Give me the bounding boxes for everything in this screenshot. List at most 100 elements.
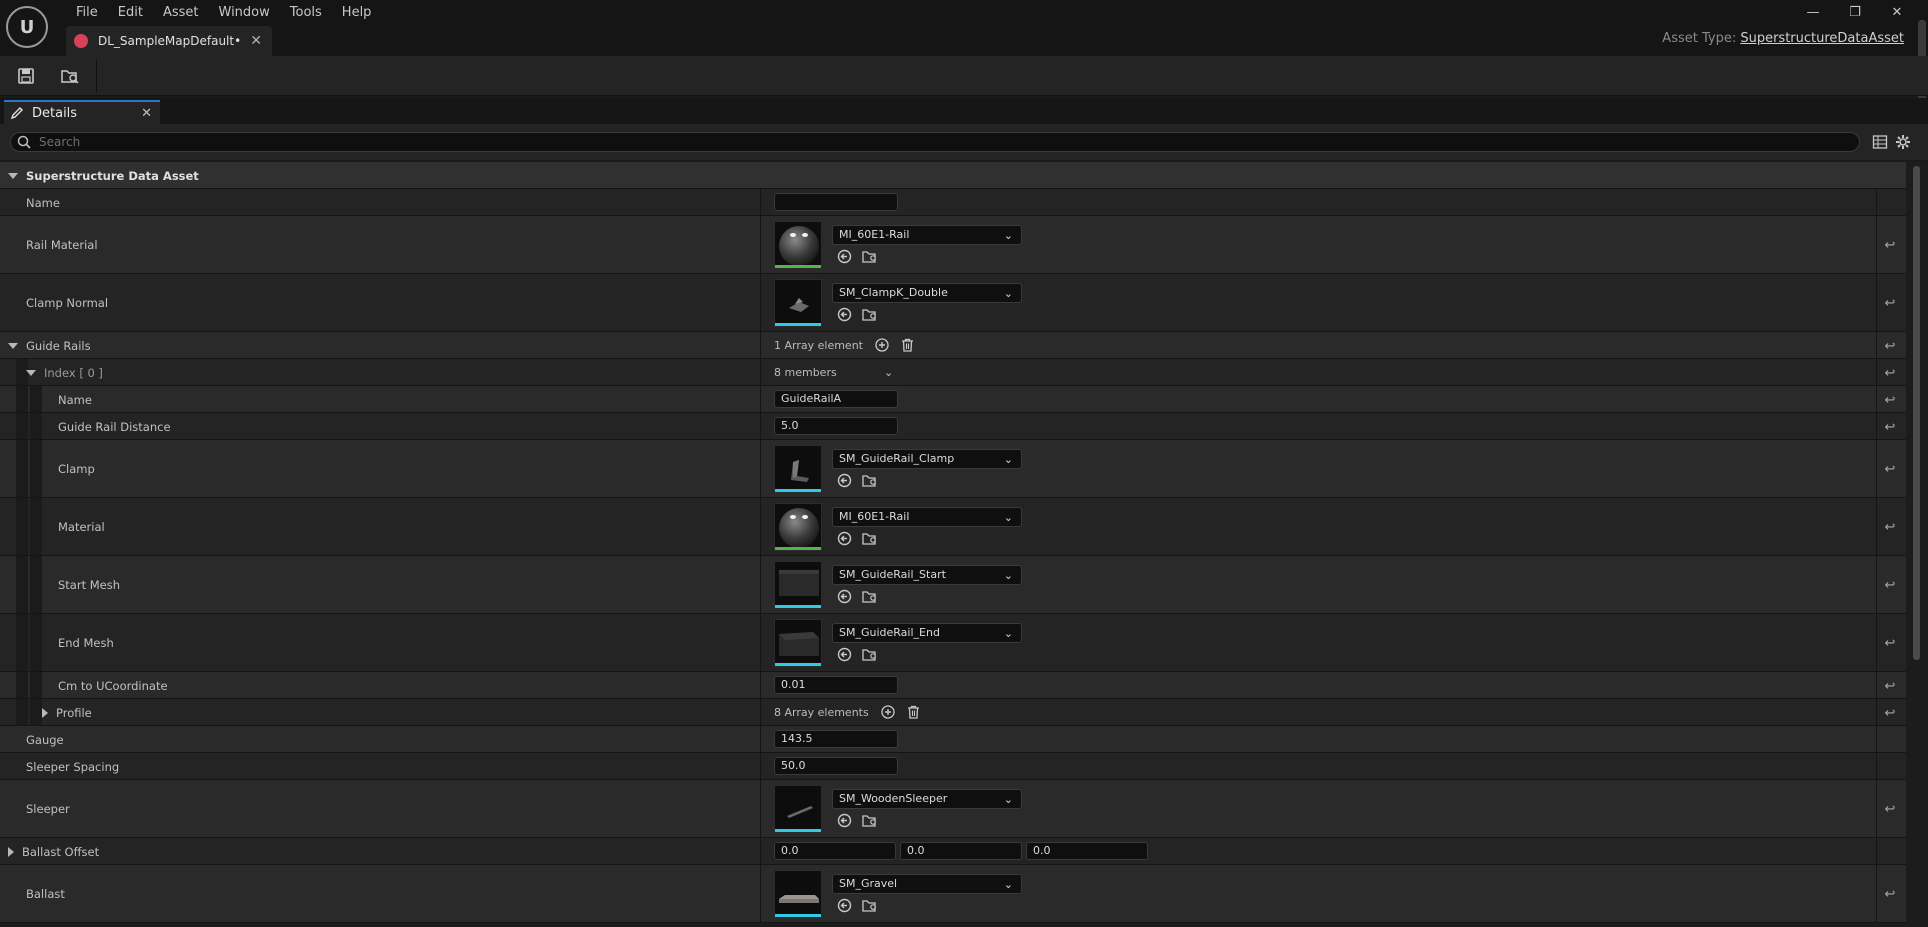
ballast-offset-y-field[interactable]: 0.0 — [900, 842, 1022, 860]
ballast-combo[interactable]: SM_Gravel ⌄ — [832, 873, 1022, 894]
reset-to-default-icon[interactable]: ↩ — [1882, 678, 1898, 694]
details-tab[interactable]: Details ✕ — [4, 100, 160, 124]
close-tab-icon[interactable]: ✕ — [250, 33, 262, 49]
mesh-thumbnail[interactable] — [774, 560, 822, 609]
scrollbar-thumb[interactable] — [1913, 166, 1920, 660]
ballast-offset-x-field[interactable]: 0.0 — [774, 842, 896, 860]
property-label: Start Mesh — [58, 578, 121, 592]
expand-arrow-icon[interactable] — [26, 369, 36, 376]
reset-to-default-icon[interactable]: ↩ — [1882, 338, 1898, 354]
menu-edit[interactable]: Edit — [108, 2, 153, 22]
reset-to-default-icon[interactable]: ↩ — [1882, 295, 1898, 311]
guide-rail-name-field[interactable]: GuideRailA — [774, 390, 898, 408]
cm-to-ucoordinate-field[interactable]: 0.01 — [774, 676, 898, 694]
property-row-guide-rails[interactable]: Guide Rails 1 Array element ↩ — [0, 332, 1906, 359]
use-selected-icon[interactable] — [836, 307, 852, 323]
mesh-thumbnail[interactable] — [774, 784, 822, 833]
reset-to-default-icon[interactable]: ↩ — [1882, 237, 1898, 253]
settings-gear-icon[interactable] — [1895, 134, 1913, 150]
clamp-normal-combo[interactable]: SM_ClampK_Double ⌄ — [832, 282, 1022, 303]
name-field[interactable] — [774, 193, 898, 211]
expand-arrow-icon[interactable] — [8, 172, 18, 179]
expand-arrow-icon[interactable] — [8, 342, 18, 349]
browse-asset-icon[interactable] — [862, 307, 878, 323]
menu-asset[interactable]: Asset — [153, 2, 209, 22]
chevron-down-icon[interactable]: ⌄ — [884, 366, 893, 379]
category-superstructure[interactable]: Superstructure Data Asset — [0, 162, 1906, 189]
use-selected-icon[interactable] — [836, 813, 852, 829]
menu-help[interactable]: Help — [332, 2, 382, 22]
reset-to-default-icon[interactable]: ↩ — [1882, 801, 1898, 817]
expand-arrow-icon[interactable] — [8, 846, 14, 857]
reset-to-default-icon[interactable]: ↩ — [1882, 365, 1898, 381]
browse-asset-icon[interactable] — [862, 531, 878, 547]
use-selected-icon[interactable] — [836, 531, 852, 547]
mesh-thumbnail[interactable] — [774, 618, 822, 667]
trash-icon[interactable] — [901, 338, 915, 352]
minimize-button[interactable]: — — [1792, 0, 1834, 24]
end-mesh-combo[interactable]: SM_GuideRail_End ⌄ — [832, 622, 1022, 643]
guide-rail-distance-field[interactable]: 5.0 — [774, 417, 898, 435]
ballast-offset-z-field[interactable]: 0.0 — [1026, 842, 1148, 860]
close-window-button[interactable]: ✕ — [1876, 0, 1918, 24]
close-details-icon[interactable]: ✕ — [141, 106, 152, 121]
use-selected-icon[interactable] — [836, 647, 852, 663]
use-selected-icon[interactable] — [836, 898, 852, 914]
combo-value: MI_60E1-Rail — [839, 228, 910, 241]
reset-to-default-icon[interactable]: ↩ — [1882, 577, 1898, 593]
use-selected-icon[interactable] — [836, 473, 852, 489]
property-label: Profile — [56, 705, 92, 720]
trash-icon[interactable] — [907, 705, 921, 719]
browse-to-asset-icon[interactable] — [58, 65, 82, 87]
mesh-thumbnail[interactable] — [774, 869, 822, 918]
mesh-thumbnail[interactable] — [774, 444, 822, 493]
search-field[interactable] — [10, 132, 1860, 152]
property-row-profile[interactable]: Profile 8 Array elements ↩ — [0, 699, 1906, 726]
reset-to-default-icon[interactable]: ↩ — [1882, 635, 1898, 651]
start-mesh-combo[interactable]: SM_GuideRail_Start ⌄ — [832, 564, 1022, 585]
menu-window[interactable]: Window — [209, 2, 280, 22]
unreal-logo-icon[interactable]: U — [6, 6, 48, 48]
reset-to-default-icon[interactable]: ↩ — [1882, 705, 1898, 721]
browse-asset-icon[interactable] — [862, 813, 878, 829]
expand-arrow-icon[interactable] — [42, 707, 48, 718]
save-icon[interactable] — [14, 65, 38, 87]
clamp-combo[interactable]: SM_GuideRail_Clamp ⌄ — [832, 448, 1022, 469]
reset-to-default-icon[interactable]: ↩ — [1882, 419, 1898, 435]
browse-asset-icon[interactable] — [862, 249, 878, 265]
mesh-thumbnail[interactable] — [774, 278, 822, 327]
use-selected-icon[interactable] — [836, 249, 852, 265]
sleeper-combo[interactable]: SM_WoodenSleeper ⌄ — [832, 788, 1022, 809]
gauge-field[interactable]: 143.5 — [774, 730, 898, 748]
browse-asset-icon[interactable] — [862, 589, 878, 605]
property-row-sleeper: Sleeper SM_WoodenSleeper ⌄ ↩ — [0, 780, 1906, 838]
details-scrollbar[interactable] — [1906, 162, 1928, 927]
reset-to-default-icon[interactable]: ↩ — [1882, 461, 1898, 477]
document-tab[interactable]: DL_SampleMapDefault• ✕ — [66, 26, 272, 56]
use-selected-icon[interactable] — [836, 589, 852, 605]
menu-file[interactable]: File — [66, 2, 108, 22]
material-combo[interactable]: MI_60E1-Rail ⌄ — [832, 506, 1022, 527]
menu-tools[interactable]: Tools — [280, 2, 332, 22]
rail-material-combo[interactable]: MI_60E1-Rail ⌄ — [832, 224, 1022, 245]
add-element-icon[interactable] — [881, 705, 895, 719]
browse-asset-icon[interactable] — [862, 647, 878, 663]
material-thumbnail[interactable] — [774, 220, 822, 269]
table-view-icon[interactable] — [1872, 134, 1890, 150]
reset-to-default-icon[interactable]: ↩ — [1882, 886, 1898, 902]
material-thumbnail[interactable] — [774, 502, 822, 551]
property-row-index-0[interactable]: Index [ 0 ] 8 members ⌄ ↩ — [0, 359, 1906, 386]
reset-to-default-icon[interactable]: ↩ — [1882, 519, 1898, 535]
property-label: Material — [58, 520, 105, 534]
browse-asset-icon[interactable] — [862, 473, 878, 489]
property-row-ballast-offset[interactable]: Ballast Offset 0.0 0.0 0.0 — [0, 838, 1906, 865]
add-element-icon[interactable] — [875, 338, 889, 352]
search-input[interactable] — [39, 135, 1839, 149]
restore-button[interactable]: ❐ — [1834, 0, 1876, 24]
browse-asset-icon[interactable] — [862, 898, 878, 914]
property-row-ballast: Ballast SM_Gravel ⌄ ↩ — [0, 865, 1906, 923]
reset-to-default-icon[interactable]: ↩ — [1882, 392, 1898, 408]
sleeper-spacing-field[interactable]: 50.0 — [774, 757, 898, 775]
asset-type-link[interactable]: SuperstructureDataAsset — [1740, 31, 1904, 46]
property-row-clamp-normal: Clamp Normal SM_ClampK_Double ⌄ ↩ — [0, 274, 1906, 332]
